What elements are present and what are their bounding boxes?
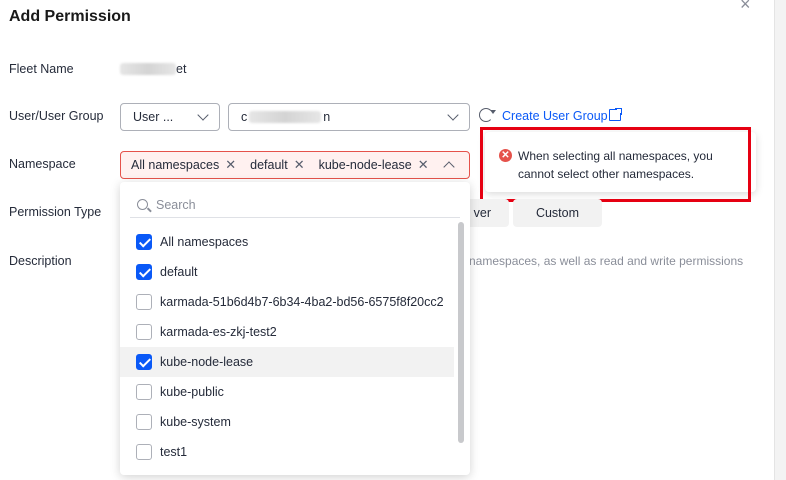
dropdown-scrollbar[interactable] (458, 222, 464, 443)
option-label: test1 (160, 445, 188, 459)
checkbox[interactable] (136, 324, 152, 340)
user-type-value: User ... (133, 110, 174, 124)
namespace-select[interactable]: All namespaces ✕ default ✕ kube-node-lea… (120, 151, 470, 179)
option-label: kube-public (160, 385, 224, 399)
error-popover: ✕ When selecting all namespaces, you can… (485, 132, 756, 192)
description-text: namespaces, as well as read and write pe… (469, 254, 744, 268)
dropdown-search (130, 192, 460, 218)
error-icon: ✕ (499, 149, 512, 162)
chevron-up-icon (443, 161, 455, 173)
option-kube-node-lease[interactable]: kube-node-lease (120, 347, 454, 377)
option-label: All namespaces (160, 235, 249, 249)
chevron-down-icon (197, 109, 209, 121)
option-kube-public[interactable]: kube-public (120, 377, 454, 407)
user-select-suffix: n (323, 110, 331, 124)
collapse-toggle[interactable] (433, 152, 469, 178)
option-default[interactable]: default (120, 257, 454, 287)
option-kube-system[interactable]: kube-system (120, 407, 454, 437)
option-label: default (160, 265, 198, 279)
checkbox[interactable] (136, 384, 152, 400)
namespace-tag: All namespaces ✕ (126, 155, 241, 175)
remove-tag-icon[interactable]: ✕ (225, 157, 236, 173)
search-icon (137, 199, 148, 210)
checkbox-checked[interactable] (136, 354, 152, 370)
checkbox-checked[interactable] (136, 264, 152, 280)
option-all-namespaces[interactable]: All namespaces (120, 227, 454, 257)
redacted-text (120, 63, 176, 75)
chevron-down-icon (447, 109, 459, 121)
namespace-label: Namespace (9, 157, 76, 171)
add-permission-dialog: Add Permission × Fleet Name et User/User… (0, 0, 774, 480)
checkbox[interactable] (136, 294, 152, 310)
fleet-name-label: Fleet Name (9, 62, 74, 76)
redacted-text (249, 111, 322, 123)
error-message: When selecting all namespaces, you canno… (518, 149, 713, 181)
dialog-title: Add Permission (9, 8, 131, 25)
permission-option-custom[interactable]: Custom (513, 199, 602, 227)
user-group-label: User/User Group (9, 109, 104, 123)
user-select[interactable]: c n (228, 103, 470, 131)
create-user-group-link[interactable]: Create User Group (502, 109, 608, 123)
fleet-name-suffix: et (176, 62, 187, 76)
fleet-name-value: et (120, 62, 186, 76)
checkbox-checked[interactable] (136, 234, 152, 250)
option-label: kube-node-lease (160, 355, 254, 369)
user-type-select[interactable]: User ... (120, 103, 220, 131)
checkbox[interactable] (136, 444, 152, 460)
close-icon[interactable]: × (740, 0, 751, 15)
permission-type-label: Permission Type (9, 205, 102, 219)
refresh-icon[interactable] (479, 108, 493, 122)
namespace-tag: kube-node-lease ✕ (314, 155, 434, 175)
option-test1[interactable]: test1 (120, 437, 454, 467)
search-input[interactable] (156, 197, 446, 212)
page-scrollbar[interactable] (774, 0, 786, 480)
tag-label: All namespaces (131, 158, 220, 172)
option-karmada-uuid[interactable]: karmada-51b6d4b7-6b34-4ba2-bd56-6575f8f2… (120, 287, 454, 317)
option-list: All namespaces default karmada-51b6d4b7-… (120, 227, 454, 467)
description-label: Description (9, 254, 72, 268)
namespace-dropdown: All namespaces default karmada-51b6d4b7-… (120, 182, 470, 475)
remove-tag-icon[interactable]: ✕ (294, 157, 305, 173)
external-link-icon[interactable] (609, 107, 623, 121)
tag-label: default (250, 158, 288, 172)
option-label: karmada-es-zkj-test2 (160, 325, 277, 339)
option-karmada-es-zkj-test2[interactable]: karmada-es-zkj-test2 (120, 317, 454, 347)
namespace-tag: default ✕ (245, 155, 309, 175)
option-label: karmada-51b6d4b7-6b34-4ba2-bd56-6575f8f2… (160, 295, 444, 309)
option-label: kube-system (160, 415, 231, 429)
remove-tag-icon[interactable]: ✕ (418, 157, 429, 173)
checkbox[interactable] (136, 414, 152, 430)
tag-label: kube-node-lease (318, 158, 412, 172)
user-select-prefix: c (241, 110, 248, 124)
